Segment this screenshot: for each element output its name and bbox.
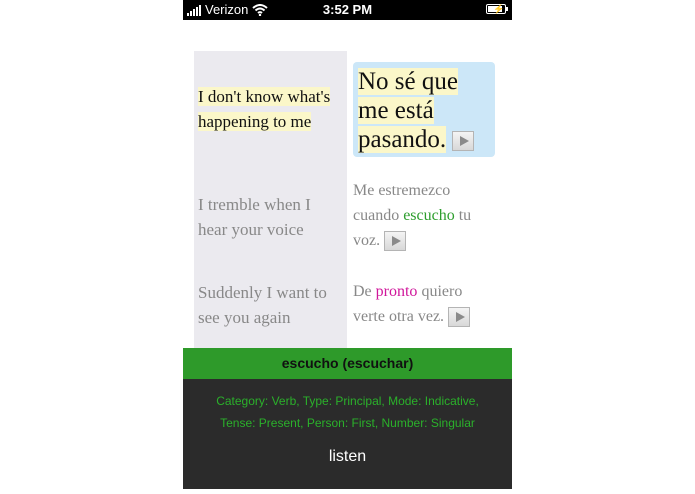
play-icon[interactable] <box>448 307 471 328</box>
play-icon[interactable] <box>452 131 475 152</box>
english-line-1-text: I don't know what's happening to me <box>198 87 331 131</box>
phone-screen: Verizon 3:52 PM ⚡ I don't know what's ha… <box>183 0 512 494</box>
english-line-2[interactable]: I tremble when I hear your voice <box>198 192 343 242</box>
status-bar: Verizon 3:52 PM ⚡ <box>183 0 512 20</box>
listen-button[interactable]: listen <box>183 448 512 466</box>
english-line-3[interactable]: Suddenly I want to see you again <box>198 280 343 330</box>
english-line-3-text: Suddenly I want to see you again <box>198 283 327 327</box>
battery-icon: ⚡ <box>486 4 508 14</box>
popup-info-line-1: Category: Verb, Type: Principal, Mode: I… <box>216 394 479 408</box>
word-escucho[interactable]: escucho <box>403 207 455 224</box>
spanish-line-1[interactable]: No sé que me está pasando. <box>353 62 495 157</box>
popup-info-line-2: Tense: Present, Person: First, Number: S… <box>220 416 475 430</box>
spanish-line-3-text-start: De <box>353 283 372 300</box>
spanish-line-2-text-mid: tu <box>458 207 472 224</box>
popup-title: escucho (escuchar) <box>183 348 512 379</box>
clock: 3:52 PM <box>322 2 373 17</box>
popup-grammar-info: Category: Verb, Type: Principal, Mode: I… <box>183 379 512 434</box>
spanish-line-3[interactable]: De pronto quiero verte otra vez. <box>353 279 498 329</box>
english-line-2-text: I tremble when I hear your voice <box>198 195 311 239</box>
spanish-line-1-text: No sé que me está pasando. <box>358 68 458 153</box>
word-pronto[interactable]: pronto <box>376 283 418 300</box>
spanish-line-2[interactable]: Me estremezco cuando escucho tu voz. <box>353 178 498 253</box>
word-info-popup: escucho (escuchar) Category: Verb, Type:… <box>183 348 512 489</box>
english-line-1[interactable]: I don't know what's happening to me <box>198 84 343 134</box>
spanish-line-2-text-end: voz. <box>353 232 381 249</box>
play-icon[interactable] <box>384 231 407 252</box>
